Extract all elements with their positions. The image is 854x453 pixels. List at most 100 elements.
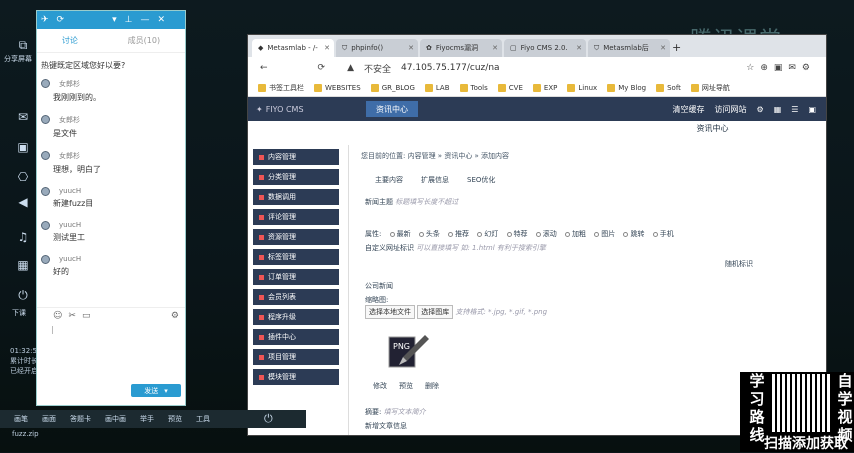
chat-icon[interactable]: ✉ (15, 110, 31, 124)
summary-label: 摘要: (365, 408, 382, 416)
upload-file-button[interactable]: 选择本地文件 (365, 305, 415, 319)
camera-icon[interactable]: ▣ (15, 140, 31, 154)
sidebar-item-category[interactable]: 分类管理 (253, 169, 339, 185)
list-icon[interactable]: ☰ (791, 105, 798, 114)
close-tab-icon[interactable]: ✕ (660, 44, 666, 52)
tab-members[interactable]: 成员(10) (128, 35, 160, 46)
send-button[interactable]: 发送 ▾ (131, 384, 181, 397)
visit-site-link[interactable]: 访问网站 (715, 104, 747, 115)
settings-icon[interactable]: ⚙ (757, 105, 764, 114)
tab-main[interactable]: 主要内容 (375, 175, 403, 185)
sidebar-item-resources[interactable]: 资源管理 (253, 229, 339, 245)
attr-option[interactable]: 特荐 (501, 230, 528, 238)
select-image-button[interactable]: 选择图库 (417, 305, 454, 319)
bookmark-item[interactable]: GR_BLOG (370, 83, 415, 92)
close-tab-icon[interactable]: ✕ (492, 44, 498, 52)
browser-tab[interactable]: ✿ Fiyocms漏洞 ✕ (420, 39, 502, 57)
tab-discussion[interactable]: 讨论 (62, 35, 78, 46)
tab-extended[interactable]: 扩展信息 (421, 175, 449, 185)
bookmark-item[interactable]: 书签工具栏 (258, 83, 304, 93)
image-icon[interactable]: ▭ (82, 311, 91, 321)
close-icon[interactable]: ✕ (157, 15, 165, 25)
sidebar-item-projects[interactable]: 项目管理 (253, 349, 339, 365)
speaker-icon[interactable]: ◀ (15, 195, 31, 209)
power-icon[interactable]: ⏻ (264, 412, 273, 426)
sidebar-item-members[interactable]: 会员列表 (253, 289, 339, 305)
logout-icon[interactable]: ▣ (808, 105, 816, 114)
sidebar-item-data[interactable]: 数据调用 (253, 189, 339, 205)
toolbar-item-pen[interactable]: 画笔 (14, 414, 28, 424)
reload-icon[interactable]: ⟳ (318, 63, 326, 73)
sidebar-item-upgrade[interactable]: 程序升级 (253, 309, 339, 325)
clear-cache-link[interactable]: 清空缓存 (673, 104, 705, 115)
toolbar-item-canvas[interactable]: 画面 (42, 414, 56, 424)
toolbar-item-tools[interactable]: 工具 (196, 414, 210, 424)
close-tab-icon[interactable]: ✕ (408, 44, 414, 52)
browser-tab[interactable]: ⛉ Metasmlab后 ✕ (588, 39, 670, 57)
bookmark-item[interactable]: My Blog (607, 83, 646, 92)
bookmark-item[interactable]: WEBSITES (314, 83, 361, 92)
bookmark-item[interactable]: Soft (656, 83, 681, 92)
mic-icon[interactable]: ⎔ (15, 170, 31, 184)
delete-image-link[interactable]: 删除 (425, 381, 439, 391)
attr-option[interactable]: 滚动 (530, 230, 557, 238)
attr-option[interactable]: 幻灯 (471, 230, 498, 238)
cms-active-tab[interactable]: 资讯中心 (366, 101, 418, 117)
bookmark-item[interactable]: LAB (424, 83, 450, 92)
minimize-icon[interactable]: — (140, 15, 149, 25)
sidebar-item-orders[interactable]: 订单管理 (253, 269, 339, 285)
preview-image-link[interactable]: 预览 (399, 381, 413, 391)
browser-tab[interactable]: ⛉ phpinfo() ✕ (336, 39, 418, 57)
random-id-link[interactable]: 随机标识 (725, 259, 753, 269)
custom-url-input[interactable]: 可以直接填写 如: 1.html 有利于搜索引擎 (416, 244, 546, 252)
browser-tab[interactable]: ▢ Fiyo CMS 2.0. ✕ (504, 39, 586, 57)
share-screen-icon[interactable]: ⧉ (15, 38, 31, 52)
toolbar-item-answer[interactable]: 答题卡 (70, 414, 91, 424)
attr-option[interactable]: 最新 (384, 230, 411, 238)
browser-tab[interactable]: ◆ Metasmlab - /- ✕ (252, 39, 334, 57)
toolbar-item-raise-hand[interactable]: 举手 (140, 414, 154, 424)
dropdown-icon[interactable]: ▾ (112, 15, 117, 25)
tab-favicon-icon: ▢ (510, 44, 517, 52)
bookmark-item[interactable]: Tools (459, 83, 488, 92)
refresh-icon[interactable]: ⟳ (57, 15, 65, 25)
attr-option[interactable]: 加粗 (559, 230, 586, 238)
new-tab-button[interactable]: + (672, 39, 686, 57)
tab-seo[interactable]: SEO优化 (467, 175, 495, 185)
attr-option[interactable]: 图片 (588, 230, 615, 238)
bookmark-item[interactable]: CVE (497, 83, 523, 92)
summary-input[interactable]: 填写文本简介 (384, 408, 426, 416)
attr-option[interactable]: 跳转 (617, 230, 644, 238)
toolbar-item-preview[interactable]: 预览 (168, 414, 182, 424)
attr-option[interactable]: 手机 (647, 230, 674, 238)
bookmark-item[interactable]: Linux (567, 83, 597, 92)
url-field[interactable]: 47.105.75.177/cuz/na (401, 63, 500, 73)
back-icon[interactable]: ← (260, 63, 268, 73)
pin-icon[interactable]: ✈ (41, 15, 49, 25)
grid-icon[interactable]: ▦ (15, 258, 31, 272)
music-icon[interactable]: ♫ (15, 230, 31, 244)
bookmark-item[interactable]: 网址导航 (690, 83, 730, 93)
close-tab-icon[interactable]: ✕ (576, 44, 582, 52)
edit-image-link[interactable]: 修改 (373, 381, 387, 391)
exit-class-icon[interactable]: ⏻ (15, 288, 31, 302)
sidebar-item-content[interactable]: 内容管理 (253, 149, 339, 165)
sidebar-item-modules[interactable]: 模块管理 (253, 369, 339, 385)
attr-option[interactable]: 推荐 (442, 230, 469, 238)
title-input[interactable]: 标题填写长度不超过 (395, 198, 458, 206)
grid-icon[interactable]: ▦ (774, 105, 782, 114)
emoji-icon[interactable]: ☺ (53, 311, 62, 321)
sidebar-item-tags[interactable]: 标签管理 (253, 249, 339, 265)
sidebar-item-plugins[interactable]: 插件中心 (253, 329, 339, 345)
toolbar-item-pip[interactable]: 画中画 (105, 414, 126, 424)
close-tab-icon[interactable]: ✕ (324, 44, 330, 52)
settings-icon[interactable]: ⚙ (171, 311, 179, 321)
attr-option[interactable]: 头条 (413, 230, 440, 238)
chat-input[interactable]: | (51, 325, 181, 383)
bookmark-item[interactable]: EXP (532, 83, 557, 92)
extension-icons[interactable]: ☆⊕▣✉⚙ (746, 63, 816, 73)
screenshot-icon[interactable]: ✂ (68, 311, 76, 321)
chevron-down-icon[interactable]: ▾ (164, 387, 168, 395)
sidebar-item-comments[interactable]: 评论管理 (253, 209, 339, 225)
pin-window-icon[interactable]: ⊥ (125, 15, 133, 25)
